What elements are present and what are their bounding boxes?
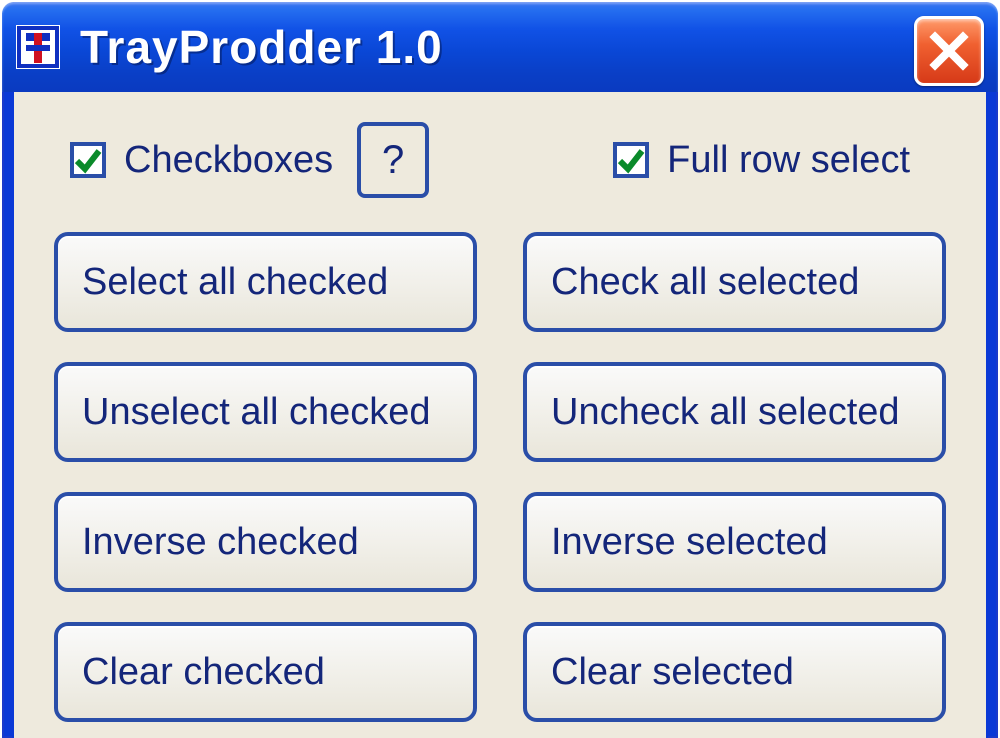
check-all-selected-button[interactable]: Check all selected [523, 232, 946, 332]
button-label: Select all checked [82, 261, 388, 304]
button-label: Uncheck all selected [551, 391, 900, 434]
unselect-all-checked-button[interactable]: Unselect all checked [54, 362, 477, 462]
select-all-checked-button[interactable]: Select all checked [54, 232, 477, 332]
button-label: Unselect all checked [82, 391, 431, 434]
checkboxes-option[interactable]: Checkboxes [70, 139, 333, 182]
inverse-checked-button[interactable]: Inverse checked [54, 492, 477, 592]
inverse-selected-button[interactable]: Inverse selected [523, 492, 946, 592]
uncheck-all-selected-button[interactable]: Uncheck all selected [523, 362, 946, 462]
clear-selected-button[interactable]: Clear selected [523, 622, 946, 722]
fullrow-option[interactable]: Full row select [613, 139, 910, 182]
button-grid: Select all checked Check all selected Un… [40, 232, 960, 732]
titlebar: TrayProdder 1.0 [2, 2, 998, 92]
checkbox-icon [70, 142, 106, 178]
window: TrayProdder 1.0 Checkboxes ? [2, 2, 998, 738]
clear-checked-button[interactable]: Clear checked [54, 622, 477, 722]
help-button[interactable]: ? [357, 122, 429, 198]
client-area: Checkboxes ? Full row select Select all … [12, 92, 988, 738]
checkbox-icon [613, 142, 649, 178]
checkboxes-label: Checkboxes [124, 139, 333, 182]
button-label: Inverse checked [82, 521, 359, 564]
window-title: TrayProdder 1.0 [80, 20, 443, 74]
fullrow-label: Full row select [667, 139, 910, 182]
help-label: ? [382, 138, 404, 183]
button-label: Clear selected [551, 651, 794, 694]
close-button[interactable] [914, 16, 984, 86]
button-label: Inverse selected [551, 521, 828, 564]
app-icon [16, 25, 60, 69]
button-label: Clear checked [82, 651, 325, 694]
close-icon [929, 31, 969, 71]
button-label: Check all selected [551, 261, 859, 304]
options-row: Checkboxes ? Full row select [40, 122, 960, 232]
